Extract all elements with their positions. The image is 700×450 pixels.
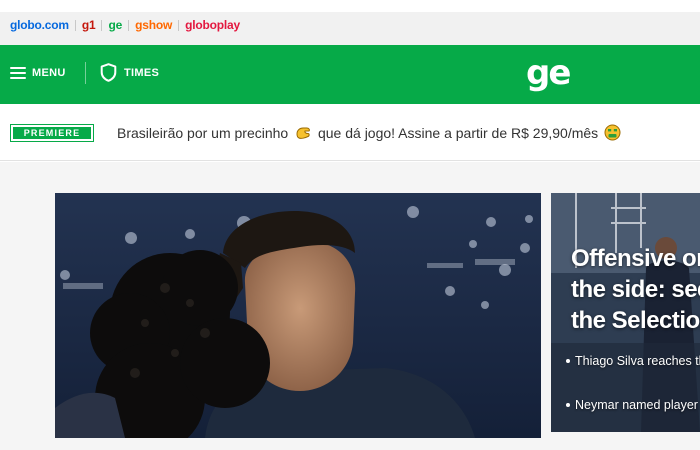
side-story-item[interactable]: Thiago Silva reaches the team <box>566 353 700 369</box>
link-globo[interactable]: globo.com <box>10 18 69 32</box>
promo-text[interactable]: Brasileirão por um precinho que dá jogo!… <box>117 124 623 141</box>
ge-logo[interactable]: ge <box>526 55 571 91</box>
hero-photo[interactable] <box>55 193 541 438</box>
network-links: globo.com g1 ge gshow globoplay <box>10 17 240 33</box>
link-globoplay[interactable]: globoplay <box>185 18 240 32</box>
link-g1[interactable]: g1 <box>82 18 96 32</box>
pinching-hand-emoji <box>296 127 310 139</box>
premiere-badge[interactable]: PREMIERE <box>10 124 94 142</box>
times-label: TIMES <box>124 66 160 79</box>
side-story-card[interactable]: Offensive on the side: see the Selection… <box>551 193 700 432</box>
side-story-item[interactable]: Neymar named player <box>566 397 698 413</box>
divider <box>101 19 103 31</box>
times-button[interactable]: TIMES <box>100 63 159 82</box>
divider <box>178 19 180 31</box>
promo-text-part1: Brasileirão por um precinho <box>117 125 289 141</box>
link-ge[interactable]: ge <box>108 18 122 32</box>
hamburger-menu-icon <box>10 67 26 79</box>
header-divider <box>85 62 86 84</box>
promo-banner: PREMIERE Brasileirão por um precinho que… <box>0 104 700 161</box>
promo-text-part2: que dá jogo! Assine a partir de R$ 29,90… <box>317 125 599 141</box>
hero-photo-illustration <box>55 193 541 438</box>
divider <box>74 19 76 31</box>
link-gshow[interactable]: gshow <box>135 18 172 32</box>
site-header: MENU TIMES ge <box>0 45 700 104</box>
network-bar: globo.com g1 ge gshow globoplay <box>0 0 700 45</box>
menu-button[interactable]: MENU <box>10 67 66 79</box>
divider <box>128 19 130 31</box>
menu-label: MENU <box>32 67 66 79</box>
money-mouth-face-emoji <box>604 124 621 141</box>
shield-icon <box>100 63 117 82</box>
side-story-title[interactable]: Offensive on the side: see the Selection <box>571 243 700 336</box>
